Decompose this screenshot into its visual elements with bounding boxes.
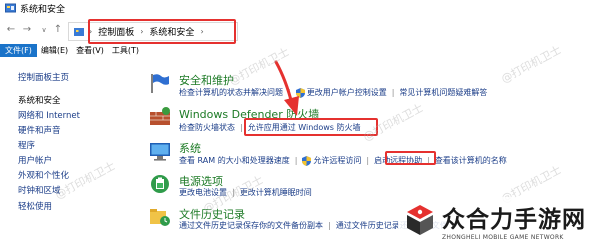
breadcrumb-control-panel[interactable]: 控制面板	[98, 25, 134, 38]
nav-clock-region[interactable]: 时钟和区域	[18, 184, 61, 196]
menu-view[interactable]: 查看(V)	[72, 44, 108, 57]
nav-control-panel-home[interactable]: 控制面板主页	[18, 71, 69, 83]
link-troubleshoot[interactable]: 常见计算机问题疑难解答	[399, 87, 487, 98]
watermark-text: @打印机卫士	[361, 101, 426, 144]
link-separator: |	[328, 221, 331, 230]
uac-shield-icon	[302, 155, 312, 166]
flag-icon	[151, 74, 169, 93]
nav-programs[interactable]: 程序	[18, 139, 35, 151]
firewall-icon	[150, 107, 170, 125]
address-bar[interactable]: › 控制面板 › 系统和安全 ›	[68, 22, 238, 41]
link-save-backup[interactable]: 通过文件历史记录保存你的文件备份副本	[179, 220, 323, 231]
link-computer-name[interactable]: 查看该计算机的名称	[435, 155, 507, 166]
file-history-icon	[150, 209, 170, 226]
section-title-security[interactable]: 安全和维护	[179, 72, 234, 88]
menu-bar: 文件(F) 编辑(E) 查看(V) 工具(T)	[0, 44, 600, 57]
breadcrumb-chevron-icon[interactable]: ›	[200, 27, 203, 36]
menu-file[interactable]: 文件(F)	[0, 44, 37, 57]
back-arrow-icon[interactable]: ←	[5, 24, 17, 36]
nav-user-accounts[interactable]: 用户帐户	[18, 154, 52, 166]
link-allow-app-firewall[interactable]: 允许应用通过 Windows 防火墙	[248, 122, 361, 133]
nav-ease-of-access[interactable]: 轻松使用	[18, 200, 52, 212]
up-arrow-icon[interactable]: ↑	[52, 24, 64, 36]
breadcrumb-chevron-icon[interactable]: ›	[140, 27, 143, 36]
left-navigation: 控制面板主页 系统和安全 网络和 Internet 硬件和声音 程序 用户帐户 …	[0, 57, 130, 243]
nav-network-internet[interactable]: 网络和 Internet	[18, 109, 80, 121]
brand-mark-icon	[407, 205, 433, 235]
nav-hardware-sound[interactable]: 硬件和声音	[18, 124, 61, 136]
recent-pages-chevron-icon[interactable]: ∨	[38, 24, 50, 36]
section-title-system[interactable]: 系统	[179, 140, 201, 156]
link-separator: |	[366, 156, 370, 165]
brand-subtitle: ZHONGHELI MOBILE GAME NETWORK	[442, 233, 564, 241]
forward-arrow-icon[interactable]: →	[21, 24, 33, 36]
power-battery-icon	[151, 175, 169, 193]
link-allow-remote-access-label: 允许远程访问	[313, 156, 362, 165]
link-allow-remote-access[interactable]: 允许远程访问	[302, 155, 361, 166]
link-battery-settings[interactable]: 更改电池设置	[179, 187, 227, 198]
nav-system-security[interactable]: 系统和安全	[18, 94, 61, 106]
breadcrumb-chevron-icon[interactable]: ›	[89, 27, 92, 36]
control-panel-icon	[5, 3, 16, 13]
link-separator: |	[294, 156, 298, 165]
navigation-bar: ← → ∨ ↑ › 控制面板 › 系统和安全 ›	[0, 17, 600, 44]
link-remote-assistance[interactable]: 启动远程协助	[374, 155, 422, 166]
link-separator: |	[427, 156, 430, 165]
title-bar: 系统和安全	[0, 0, 600, 17]
link-check-status[interactable]: 检查计算机的状态并解决问题	[179, 87, 283, 98]
menu-tools[interactable]: 工具(T)	[108, 44, 143, 57]
link-separator: |	[391, 88, 395, 97]
menu-edit[interactable]: 编辑(E)	[37, 44, 72, 57]
red-arrow-annotation	[274, 60, 299, 116]
link-firewall-status[interactable]: 检查防火墙状态	[179, 122, 235, 133]
system-computer-icon	[150, 143, 170, 161]
link-sleep-time[interactable]: 更改计算机睡眠时间	[240, 187, 312, 198]
brand-logo: 众合力手游网 ZHONGHELI MOBILE GAME NETWORK	[398, 197, 600, 243]
link-separator: |	[232, 188, 235, 197]
brand-name: 众合力手游网	[442, 206, 586, 233]
link-uac-settings-label: 更改用户帐户控制设置	[306, 88, 387, 97]
nav-appearance[interactable]: 外观和个性化	[18, 169, 69, 181]
link-uac-settings[interactable]: 更改用户帐户控制设置	[295, 87, 387, 98]
link-separator: |	[240, 123, 243, 132]
link-view-ram-cpu[interactable]: 查看 RAM 的大小和处理器速度	[179, 155, 290, 166]
window-title: 系统和安全	[20, 5, 66, 15]
breadcrumb-system-security[interactable]: 系统和安全	[149, 25, 194, 38]
control-panel-breadcrumb-icon	[74, 27, 84, 36]
